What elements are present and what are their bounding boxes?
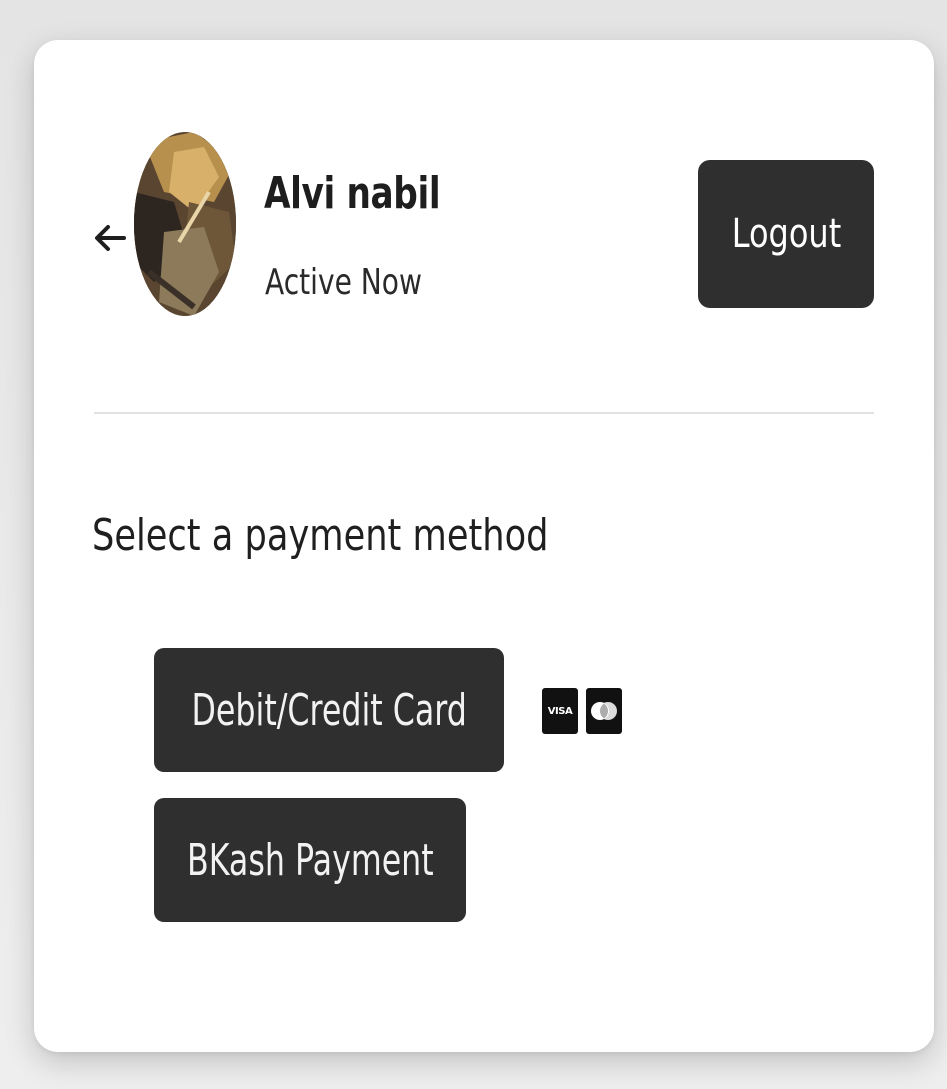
logout-button-label: Logout <box>731 211 841 257</box>
user-header: Alvi nabil Active Now Logout <box>34 40 934 340</box>
debit-credit-card-label: Debit/Credit Card <box>191 684 467 736</box>
avatar <box>134 132 236 316</box>
payment-card: Alvi nabil Active Now Logout Select a pa… <box>34 40 934 1052</box>
mastercard-logo-icon <box>586 688 622 734</box>
bkash-payment-button[interactable]: BKash Payment <box>154 798 466 922</box>
divider <box>94 412 874 414</box>
card-brand-logos: VISA <box>542 688 622 734</box>
payment-method-title: Select a payment method <box>92 510 549 561</box>
logout-button[interactable]: Logout <box>698 160 874 308</box>
debit-credit-card-button[interactable]: Debit/Credit Card <box>154 648 504 772</box>
bkash-payment-label: BKash Payment <box>186 834 434 886</box>
user-name: Alvi nabil <box>264 168 441 219</box>
user-status: Active Now <box>265 262 422 303</box>
visa-logo-icon: VISA <box>542 688 578 734</box>
visa-logo-text: VISA <box>547 705 573 717</box>
arrow-left-icon[interactable] <box>90 218 130 258</box>
